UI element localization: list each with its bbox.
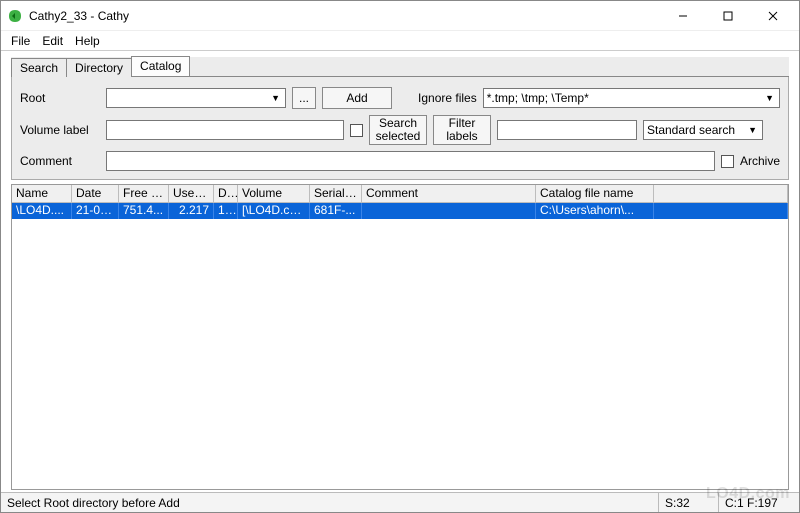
ignore-files-combo[interactable]: *.tmp; \tmp; \Temp* ▼ bbox=[483, 88, 780, 108]
tab-strip: Search Directory Catalog bbox=[11, 57, 789, 77]
search-selected-checkbox[interactable] bbox=[350, 124, 363, 137]
cell-volume: [\LO4D.com] bbox=[238, 203, 310, 219]
label-volume: Volume label bbox=[20, 123, 100, 137]
cell-serial: 681F-... bbox=[310, 203, 362, 219]
catalog-panel: Root ▼ ... Add Ignore files *.tmp; \tmp;… bbox=[11, 77, 789, 180]
cell-catalog-file: C:\Users\ahorn\... bbox=[536, 203, 654, 219]
label-ignore-files: Ignore files bbox=[418, 91, 477, 105]
table-body[interactable]: \LO4D.... 21-01-... 751.4... 2.217 197 [… bbox=[12, 203, 788, 489]
search-selected-button[interactable]: Search selected bbox=[369, 115, 427, 145]
app-window: Cathy2_33 - Cathy File Edit Help Search … bbox=[0, 0, 800, 513]
cell-spacer bbox=[654, 203, 788, 219]
row-volume: Volume label Search selected Filter labe… bbox=[20, 115, 780, 145]
chevron-down-icon: ▼ bbox=[269, 93, 282, 103]
row-root: Root ▼ ... Add Ignore files *.tmp; \tmp;… bbox=[20, 87, 780, 109]
col-date[interactable]: Date bbox=[72, 185, 119, 202]
minimize-button[interactable] bbox=[660, 2, 705, 30]
col-volume[interactable]: Volume bbox=[238, 185, 310, 202]
col-serial[interactable]: Serial ... bbox=[310, 185, 362, 202]
menu-file[interactable]: File bbox=[5, 32, 36, 50]
cell-free: 751.4... bbox=[119, 203, 169, 219]
col-free[interactable]: Free (... bbox=[119, 185, 169, 202]
cell-used: 2.217 bbox=[169, 203, 214, 219]
search-mode-combo[interactable]: Standard search ▼ bbox=[643, 120, 763, 140]
browse-button[interactable]: ... bbox=[292, 87, 316, 109]
chevron-down-icon: ▼ bbox=[746, 125, 759, 135]
col-d[interactable]: D... bbox=[214, 185, 238, 202]
archive-checkbox[interactable] bbox=[721, 155, 734, 168]
volume-label-input[interactable] bbox=[106, 120, 344, 140]
filter-labels-button[interactable]: Filter labels bbox=[433, 115, 491, 145]
menu-help[interactable]: Help bbox=[69, 32, 106, 50]
status-cf: C:1 F:197 bbox=[719, 493, 799, 512]
root-combo[interactable]: ▼ bbox=[106, 88, 286, 108]
cell-name: \LO4D.... bbox=[12, 203, 72, 219]
menu-edit[interactable]: Edit bbox=[36, 32, 69, 50]
filter-input[interactable] bbox=[497, 120, 637, 140]
cell-date: 21-01-... bbox=[72, 203, 119, 219]
tab-catalog[interactable]: Catalog bbox=[131, 56, 190, 76]
tab-search[interactable]: Search bbox=[11, 58, 67, 77]
close-button[interactable] bbox=[750, 2, 795, 30]
col-name[interactable]: Name bbox=[12, 185, 72, 202]
title-bar: Cathy2_33 - Cathy bbox=[1, 1, 799, 31]
status-bar: Select Root directory before Add S:32 C:… bbox=[1, 492, 799, 512]
label-archive: Archive bbox=[740, 154, 780, 168]
cell-comment bbox=[362, 203, 536, 219]
label-root: Root bbox=[20, 91, 100, 105]
tab-directory[interactable]: Directory bbox=[66, 58, 132, 77]
col-used[interactable]: Used... bbox=[169, 185, 214, 202]
col-comment[interactable]: Comment bbox=[362, 185, 536, 202]
content-area: Search Directory Catalog Root ▼ ... Add … bbox=[1, 51, 799, 492]
label-comment: Comment bbox=[20, 154, 100, 168]
menu-bar: File Edit Help bbox=[1, 31, 799, 51]
row-comment: Comment Archive bbox=[20, 151, 780, 171]
comment-input[interactable] bbox=[106, 151, 715, 171]
table-header: Name Date Free (... Used... D... Volume … bbox=[12, 185, 788, 203]
window-title: Cathy2_33 - Cathy bbox=[29, 9, 129, 23]
col-catalog-file[interactable]: Catalog file name bbox=[536, 185, 654, 202]
col-spacer bbox=[654, 185, 788, 202]
app-icon bbox=[7, 8, 23, 24]
search-mode-value: Standard search bbox=[647, 123, 735, 137]
chevron-down-icon: ▼ bbox=[763, 93, 776, 103]
add-button[interactable]: Add bbox=[322, 87, 392, 109]
maximize-button[interactable] bbox=[705, 2, 750, 30]
status-message: Select Root directory before Add bbox=[1, 493, 659, 512]
catalog-table: Name Date Free (... Used... D... Volume … bbox=[11, 184, 789, 490]
status-s: S:32 bbox=[659, 493, 719, 512]
table-row[interactable]: \LO4D.... 21-01-... 751.4... 2.217 197 [… bbox=[12, 203, 788, 219]
ignore-files-value: *.tmp; \tmp; \Temp* bbox=[487, 91, 589, 105]
cell-d: 197 bbox=[214, 203, 238, 219]
